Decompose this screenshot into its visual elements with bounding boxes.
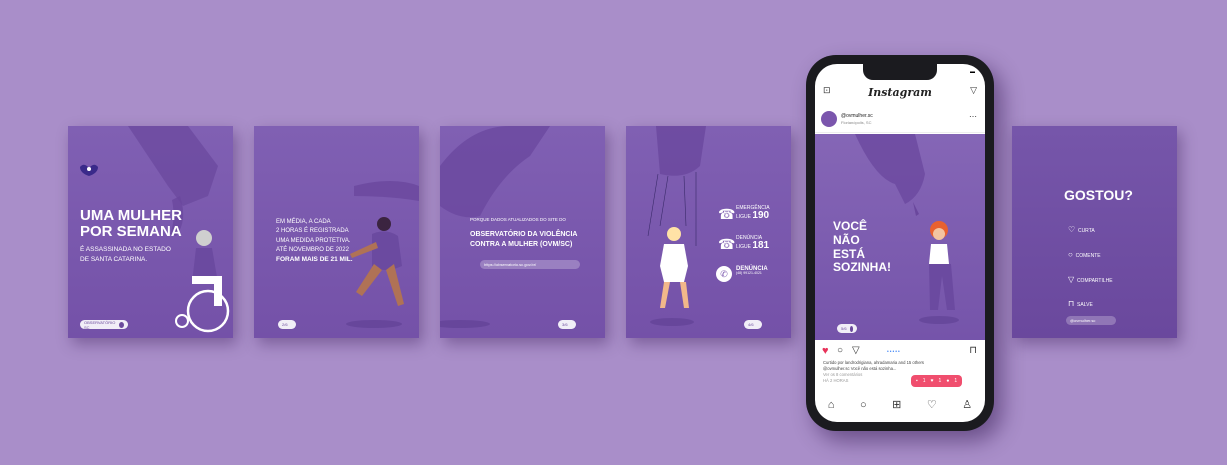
avatar[interactable] <box>821 111 837 127</box>
card-1-pill: OBSERVATÓRIO SC <box>80 320 128 330</box>
card-4-pill: 4/6 <box>744 320 762 329</box>
contact-emergency: EMERGÊNCIA LIGUE 190 <box>736 205 770 222</box>
activity-notification-badge[interactable]: ▪ 1 ♥ 1 ● 1 <box>911 375 963 387</box>
card-6-actions: ♡ CURTA ○ COMENTE ▽ COMPARTILHE ⊓ SALVE <box>1068 225 1113 309</box>
bottom-nav: ⌂ ○ ⊞ ♡ ♙ <box>815 394 985 416</box>
card-1-subtitle: É ASSASSINADA NO ESTADO DE SANTA CATARINA… <box>80 246 171 263</box>
card-6-title: GOSTOU? <box>1064 187 1133 203</box>
card-4-illustration <box>647 126 706 326</box>
instagram-screen: ▬ ⊡ Instagram ▽ @ovmulher.sc Florianópol… <box>815 64 985 422</box>
phone-icon-report: ☎ <box>718 236 736 252</box>
instagram-logo: Instagram <box>868 86 932 99</box>
phone-icon-emergency: ☎ <box>718 206 736 222</box>
activity-heart-icon[interactable]: ♡ <box>927 399 937 411</box>
logo-icon <box>78 162 100 176</box>
contact-whatsapp: DENÚNCIA (48) 99121-4021 <box>736 266 768 276</box>
like-heart-icon[interactable]: ♥ <box>822 345 829 357</box>
more-options-icon[interactable]: ⋯ <box>969 112 977 121</box>
post-pill: 5/6 <box>837 324 857 333</box>
share-outline-icon: ▽ <box>1068 274 1075 284</box>
post-location: Florianópolis, SC <box>841 120 872 125</box>
post-profile[interactable]: @ovmulher.sc Florianópolis, SC ⋯ <box>815 106 985 133</box>
post-headline: VOCÊ NÃO ESTÁ SOZINHA! <box>833 219 891 275</box>
like-notif-icon: ♥ <box>930 378 934 384</box>
send-icon[interactable]: ▽ <box>970 86 977 95</box>
comment-icon[interactable]: ○ <box>837 345 843 356</box>
follow-notif-icon: ● <box>946 378 950 384</box>
carousel-card-2: EM MÉDIA, A CADA 2 HORAS É REGISTRADA UM… <box>254 126 419 338</box>
search-icon[interactable]: ○ <box>860 399 867 411</box>
post-image[interactable]: VOCÊ NÃO ESTÁ SOZINHA! 5/6 <box>815 134 985 340</box>
comment-outline-icon: ○ <box>1068 249 1073 259</box>
home-icon[interactable]: ⌂ <box>828 399 835 411</box>
post-actions: ♥ ○ ▽ ••••• ⊓ <box>815 344 985 360</box>
comment-notif-icon: ▪ <box>916 378 918 384</box>
carousel-card-3: PORQUE DADOS ATUALIZADOS DO SITE DO OBSE… <box>440 126 605 338</box>
battery-icon: ▬ <box>970 69 975 75</box>
card-2-text: EM MÉDIA, A CADA 2 HORAS É REGISTRADA UM… <box>276 219 353 264</box>
carousel-card-1: UMA MULHER POR SEMANA É ASSASSINADA NO ES… <box>68 126 233 338</box>
carousel-card-6: GOSTOU? ♡ CURTA ○ COMENTE ▽ COMPARTILHE … <box>1012 126 1177 338</box>
add-post-icon[interactable]: ⊞ <box>892 399 901 411</box>
phone-notch <box>863 64 937 80</box>
card-1-headline: UMA MULHER POR SEMANA <box>80 207 182 240</box>
phone-mockup: ▬ ⊡ Instagram ▽ @ovmulher.sc Florianópol… <box>806 55 994 431</box>
contact-report: DENÚNCIA LIGUE 181 <box>736 235 770 252</box>
heart-icon: ♡ <box>1068 225 1076 234</box>
bookmark-icon[interactable]: ⊓ <box>969 345 977 356</box>
share-icon[interactable]: ▽ <box>852 345 860 356</box>
card-3-title: OBSERVATÓRIO DA VIOLÊNCIA CONTRA A MULHER… <box>470 231 578 248</box>
carousel-dots-icon: ••••• <box>887 349 901 355</box>
card-3-link[interactable]: https://observatorio.sc.gov.br/ <box>480 260 580 269</box>
instagram-header: ⊡ Instagram ▽ <box>815 82 985 104</box>
card-2-pill: 2/6 <box>278 320 296 329</box>
whatsapp-icon: ✆ <box>716 266 732 282</box>
card-3-pill: 3/6 <box>558 320 576 329</box>
card-6-pill: @ovmulher.sc <box>1066 316 1116 325</box>
mockup-stage: UMA MULHER POR SEMANA É ASSASSINADA NO ES… <box>0 0 1227 465</box>
carousel-card-4: ☎ EMERGÊNCIA LIGUE 190 ☎ DENÚNCIA LIGUE … <box>626 126 791 338</box>
post-username[interactable]: @ovmulher.sc <box>841 113 873 119</box>
profile-icon[interactable]: ♙ <box>962 399 972 411</box>
card-3-intro: PORQUE DADOS ATUALIZADOS DO SITE DO <box>470 217 566 222</box>
bookmark-outline-icon: ⊓ <box>1068 299 1075 309</box>
